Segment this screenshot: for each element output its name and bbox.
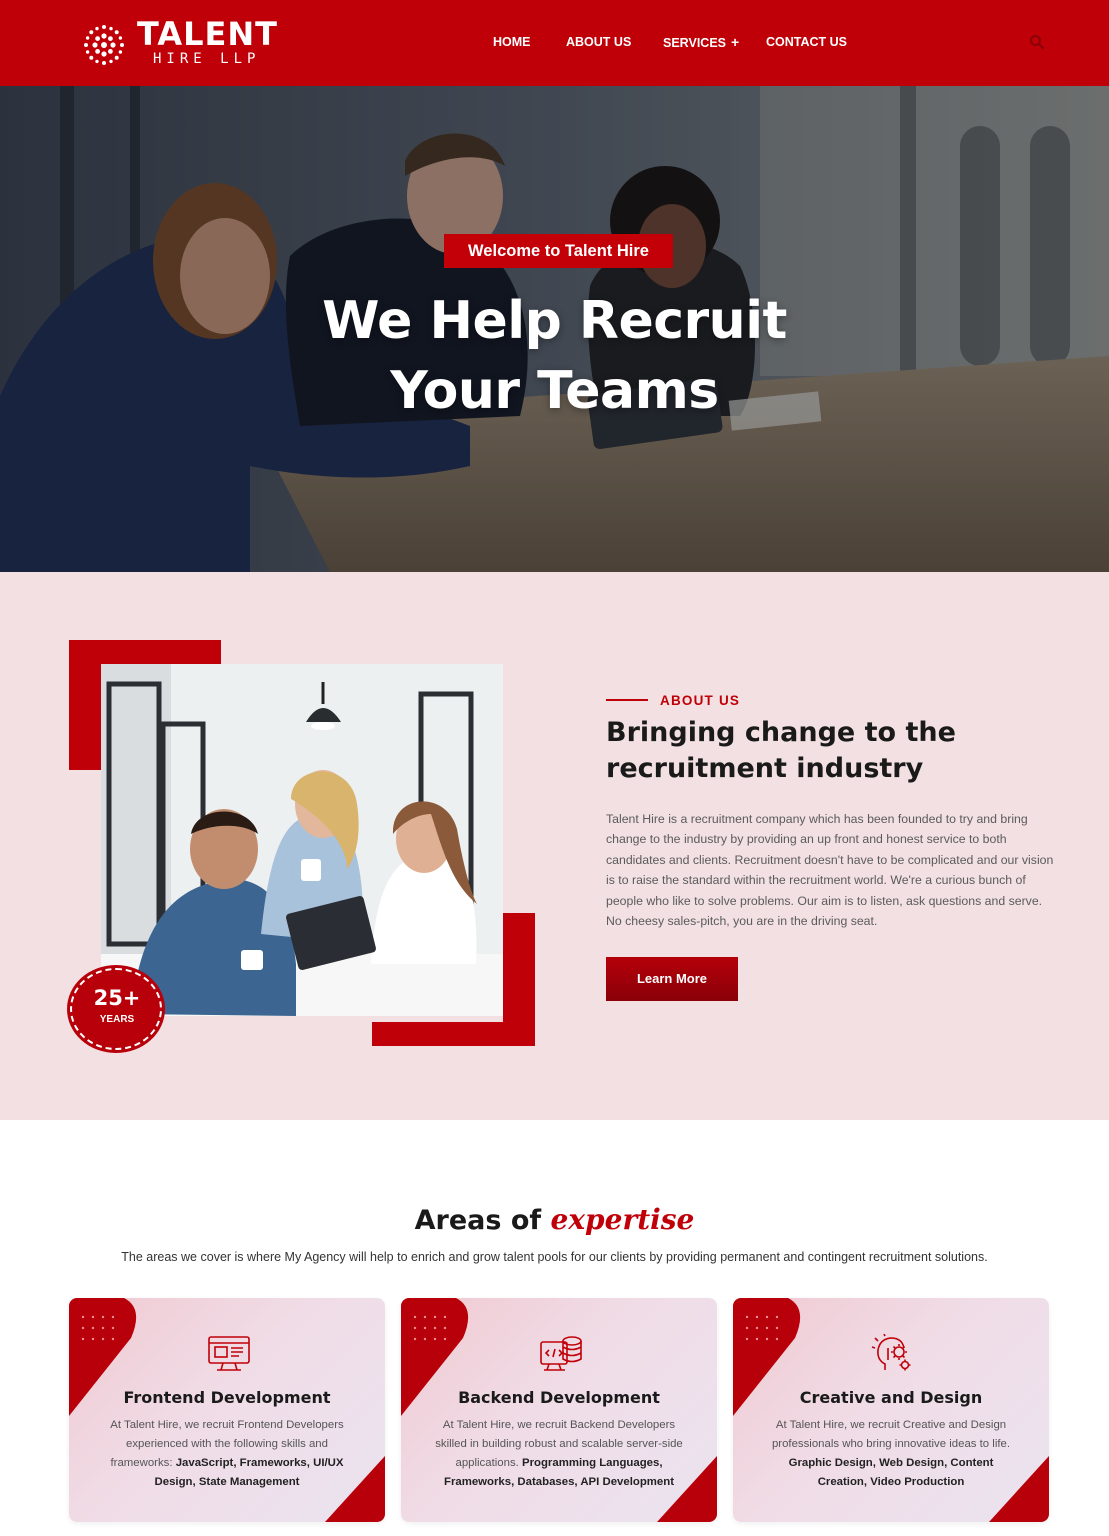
- expertise-title: Areas of expertise: [0, 1200, 1109, 1241]
- years-label: YEARS: [99, 1014, 135, 1025]
- decor-bar: [69, 640, 101, 770]
- card-title: Frontend Development: [123, 1388, 331, 1407]
- logo-wordmark: TALENT: [137, 15, 278, 53]
- site-header: TALENT HIRE LLP HOME ABOUT US SERVICES + …: [0, 0, 1109, 86]
- years-experience-badge: 25+ YEARS: [69, 968, 165, 1052]
- nav-contact-us[interactable]: CONTACT US: [766, 34, 847, 50]
- about-eyebrow: ABOUT US: [660, 693, 741, 708]
- card-title: Backend Development: [458, 1388, 660, 1407]
- expertise-title-accent: expertise: [550, 1203, 695, 1236]
- logo-dot-circle-icon: [84, 25, 124, 65]
- card-intro: At Talent Hire, we recruit Creative and …: [771, 1419, 1011, 1450]
- about-section: 25+ YEARS ABOUT US Bringing change to th…: [0, 572, 1109, 1120]
- logo-subtitle: HIRE LLP: [153, 51, 261, 67]
- card-title: Creative and Design: [799, 1388, 983, 1407]
- search-icon[interactable]: [1029, 34, 1045, 50]
- dot-grid-decor: [745, 1315, 779, 1341]
- expertise-subtitle: The areas we cover is where My Agency wi…: [121, 1250, 988, 1264]
- server-code-icon: [540, 1336, 582, 1371]
- learn-more-button[interactable]: Learn More: [606, 957, 738, 1001]
- about-title: Bringing change to the recruitment indus…: [606, 717, 956, 784]
- hero-title-line-2: Your Teams: [390, 361, 719, 421]
- nav-services-label: SERVICES: [663, 36, 726, 50]
- expertise-card-backend[interactable]: Backend Development At Talent Hire, we r…: [401, 1298, 717, 1522]
- years-value: 25+: [93, 986, 141, 1010]
- dot-grid-decor: [413, 1315, 447, 1341]
- team-photo-illustration: [101, 664, 503, 1016]
- hero-banner: Welcome to Talent Hire We Help Recruit Y…: [0, 86, 1109, 572]
- monitor-code-icon: [208, 1336, 250, 1371]
- decor-bar: [372, 1022, 535, 1046]
- card-description: At Talent Hire, we recruit Backend Devel…: [431, 1416, 687, 1492]
- card-description: At Talent Hire, we recruit Creative and …: [763, 1416, 1019, 1492]
- hero-welcome-badge: Welcome to Talent Hire: [444, 234, 673, 268]
- nav-services[interactable]: SERVICES +: [663, 34, 739, 51]
- creative-head-gear-icon: [871, 1334, 911, 1371]
- card-skills: JavaScript, Frameworks, UI/UX Design, St…: [154, 1457, 344, 1488]
- hero-title-line-1: We Help Recruit: [322, 291, 787, 351]
- plus-icon: +: [731, 34, 740, 50]
- about-team-photo: [101, 664, 503, 1016]
- hero-title: We Help Recruit Your Teams: [0, 286, 1109, 426]
- nav-about-us[interactable]: ABOUT US: [566, 34, 631, 50]
- card-description: At Talent Hire, we recruit Frontend Deve…: [99, 1416, 355, 1492]
- about-description: Talent Hire is a recruitment company whi…: [606, 812, 1054, 929]
- expertise-card-frontend[interactable]: Frontend Development At Talent Hire, we …: [69, 1298, 385, 1522]
- expertise-title-plain: Areas of: [414, 1205, 542, 1236]
- eyebrow-line: [606, 699, 648, 701]
- expertise-card-creative[interactable]: Creative and Design At Talent Hire, we r…: [733, 1298, 1049, 1522]
- brand-logo[interactable]: TALENT HIRE LLP: [80, 15, 290, 68]
- card-skills: Graphic Design, Web Design, Content Crea…: [788, 1457, 994, 1488]
- dot-grid-decor: [81, 1315, 115, 1341]
- nav-home[interactable]: HOME: [493, 34, 531, 50]
